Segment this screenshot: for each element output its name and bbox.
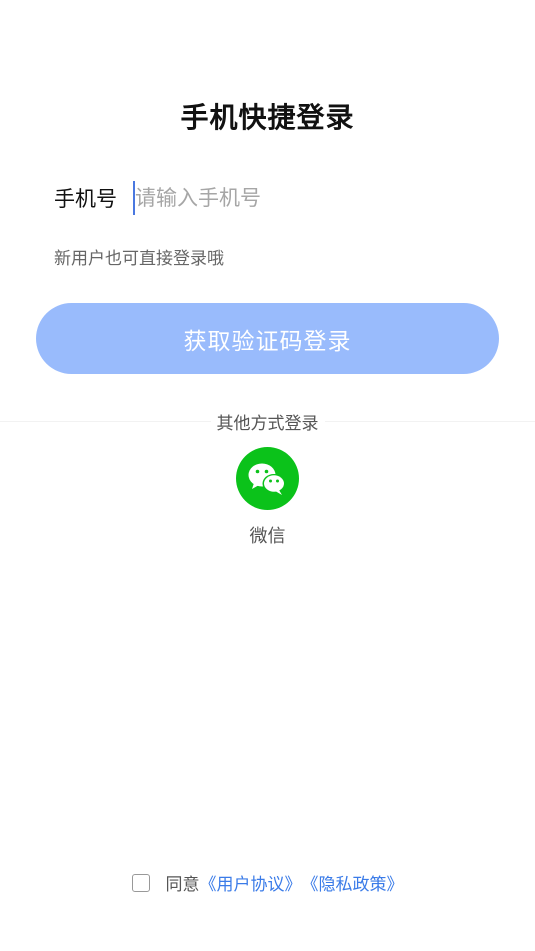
phone-input[interactable] bbox=[133, 181, 435, 215]
phone-row: 手机号 bbox=[54, 178, 494, 218]
phone-label: 手机号 bbox=[54, 187, 117, 211]
wechat-login-button[interactable] bbox=[236, 447, 299, 510]
get-code-login-button[interactable]: 获取验证码登录 bbox=[36, 303, 499, 374]
wechat-label: 微信 bbox=[249, 526, 286, 547]
agreement-prefix: 同意 bbox=[165, 875, 200, 895]
page-title: 手机快捷登录 bbox=[180, 101, 355, 134]
agreement-checkbox[interactable] bbox=[131, 873, 150, 892]
other-login-text: 其他方式登录 bbox=[210, 414, 325, 434]
privacy-policy-link[interactable]: 《隐私政策》 bbox=[302, 870, 404, 895]
agreement-row: 同意 《用户协议》 《隐私政策》 bbox=[0, 870, 535, 895]
other-login-label: 其他方式登录 bbox=[0, 409, 535, 434]
user-agreement-link[interactable]: 《用户协议》 bbox=[200, 870, 302, 895]
wechat-icon bbox=[248, 463, 286, 495]
new-user-hint: 新用户也可直接登录哦 bbox=[54, 249, 224, 269]
